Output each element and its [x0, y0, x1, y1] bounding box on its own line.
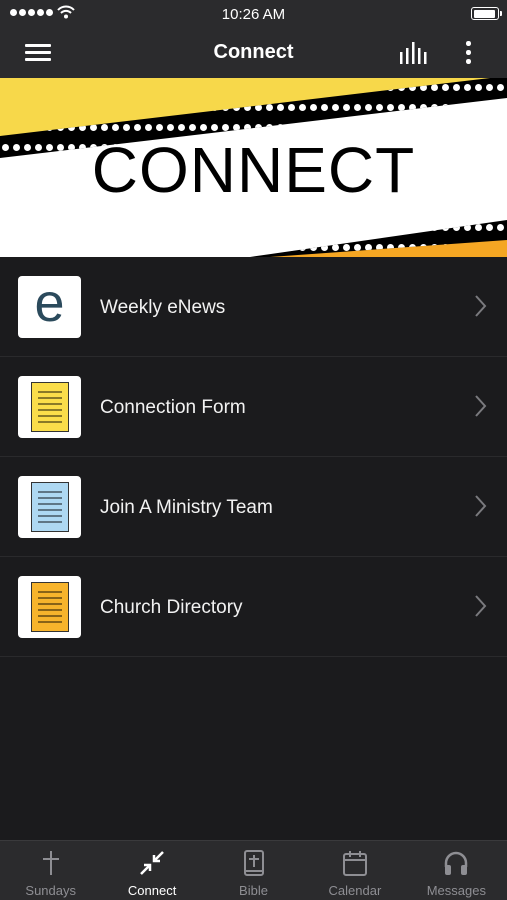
tab-label: Connect: [127, 883, 177, 898]
chevron-right-icon: [475, 595, 487, 617]
page-title: Connect: [213, 41, 294, 63]
blue-document-icon: [30, 482, 69, 532]
battery-icon: [471, 7, 502, 20]
ministry-team-thumbnail: [18, 476, 81, 538]
connection-form-thumbnail: [18, 376, 81, 438]
tab-calendar[interactable]: Calendar: [304, 841, 405, 900]
chevron-right-icon: [475, 495, 487, 517]
chevron-right-icon: [475, 395, 487, 417]
list-item-label: Church Directory: [100, 597, 243, 618]
enews-thumbnail: e: [18, 276, 81, 338]
cross-icon: [42, 851, 59, 875]
headphones-icon: [445, 851, 468, 875]
connect-arrows-icon: [140, 851, 164, 875]
tab-connect[interactable]: Connect: [101, 841, 202, 900]
tab-bible[interactable]: Bible: [203, 841, 304, 900]
list-item-label: Join A Ministry Team: [100, 497, 273, 518]
list-item-join-ministry-team[interactable]: Join A Ministry Team: [0, 457, 507, 557]
list-item-church-directory[interactable]: Church Directory: [0, 557, 507, 657]
tab-label: Bible: [239, 883, 268, 898]
chevron-right-icon: [475, 295, 487, 317]
status-time: 10:26 AM: [221, 6, 286, 23]
list-item-weekly-enews[interactable]: e Weekly eNews: [0, 257, 507, 357]
yellow-document-icon: [30, 382, 69, 432]
connect-list: e Weekly eNews Connection Form Join A Mi…: [0, 257, 507, 657]
church-directory-thumbnail: [18, 576, 81, 638]
enews-e-icon: e: [34, 273, 65, 333]
calendar-icon: [342, 851, 367, 876]
tab-messages[interactable]: Messages: [406, 841, 507, 900]
audio-bars-icon[interactable]: [398, 39, 430, 65]
tab-sundays[interactable]: Sundays: [0, 841, 101, 900]
tab-bar: Sundays Connect Bible Calendar Messages: [0, 840, 507, 900]
connect-banner: CONNECT: [0, 78, 507, 257]
list-item-label: Connection Form: [100, 397, 246, 418]
orange-document-icon: [30, 582, 69, 632]
tab-label: Calendar: [328, 883, 382, 898]
more-options-icon[interactable]: [459, 38, 477, 68]
tab-label: Messages: [426, 883, 486, 898]
bible-icon: [243, 850, 264, 876]
nav-bar: Connect: [0, 28, 507, 78]
banner-title: CONNECT: [91, 134, 416, 206]
list-item-connection-form[interactable]: Connection Form: [0, 357, 507, 457]
list-item-label: Weekly eNews: [100, 297, 226, 318]
tab-label: Sundays: [25, 883, 76, 898]
status-bar: 10:26 AM: [0, 0, 507, 28]
